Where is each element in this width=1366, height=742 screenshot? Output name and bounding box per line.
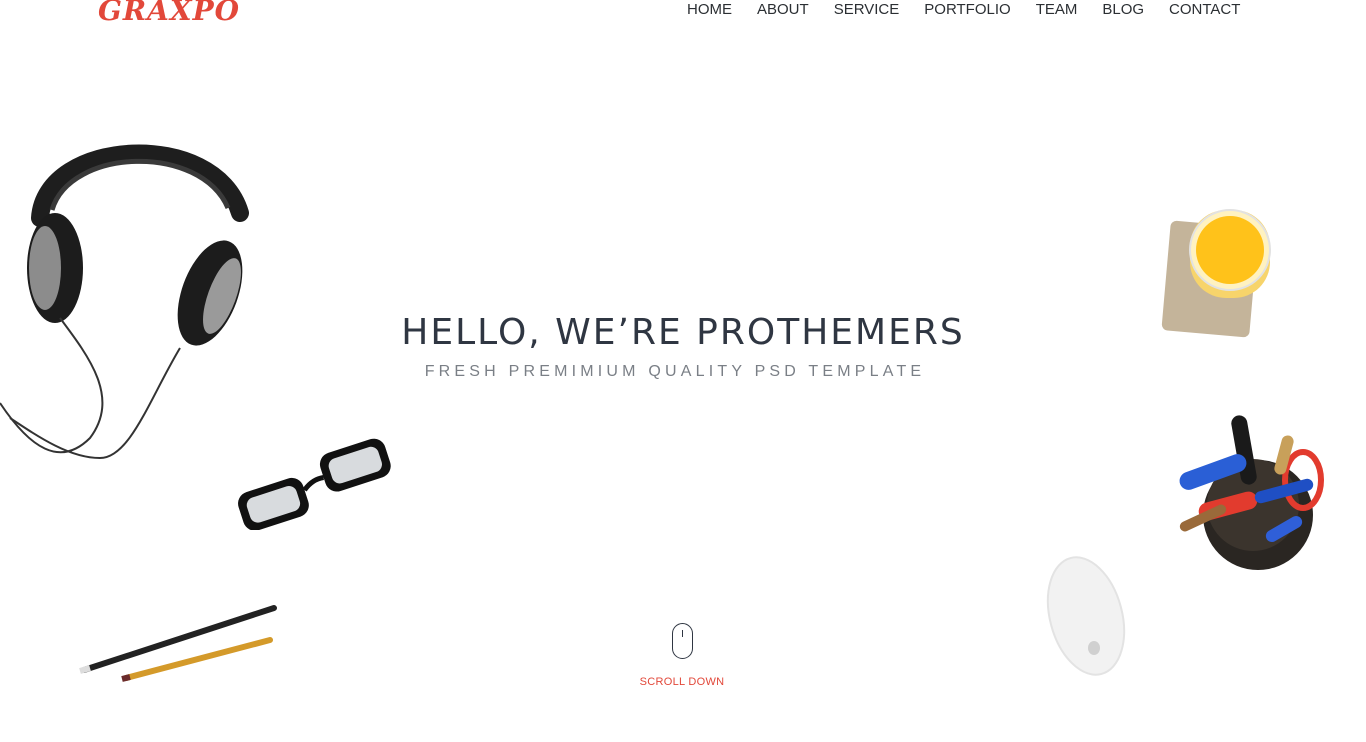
nav-portfolio[interactable]: PORTFOLIO <box>924 0 1010 20</box>
pen-cup-image <box>1179 415 1324 570</box>
nav-contact[interactable]: CONTACT <box>1169 0 1240 20</box>
main-nav: HOME ABOUT SERVICE PORTFOLIO TEAM BLOG C… <box>687 0 1240 20</box>
headphones-image <box>0 144 249 460</box>
glasses-image <box>238 438 391 530</box>
hero-subtitle: FRESH PREMIMIUM QUALITY PSD TEMPLATE <box>424 363 926 380</box>
nav-home[interactable]: HOME <box>687 0 732 20</box>
computer-mouse-image <box>1046 556 1126 676</box>
hero-title: HELLO, WE’RE PROTHEMERS <box>401 312 965 353</box>
nav-service[interactable]: SERVICE <box>834 0 900 20</box>
nav-blog[interactable]: BLOG <box>1102 0 1144 20</box>
nav-about[interactable]: ABOUT <box>757 0 809 20</box>
pencils-image <box>79 605 277 682</box>
scroll-down-label: SCROLL DOWN <box>639 676 725 688</box>
brand-logo[interactable]: GRAXPO <box>98 0 240 27</box>
nav-team[interactable]: TEAM <box>1036 0 1078 20</box>
scroll-down-button[interactable]: SCROLL DOWN <box>620 623 744 688</box>
mouse-icon <box>671 623 693 659</box>
